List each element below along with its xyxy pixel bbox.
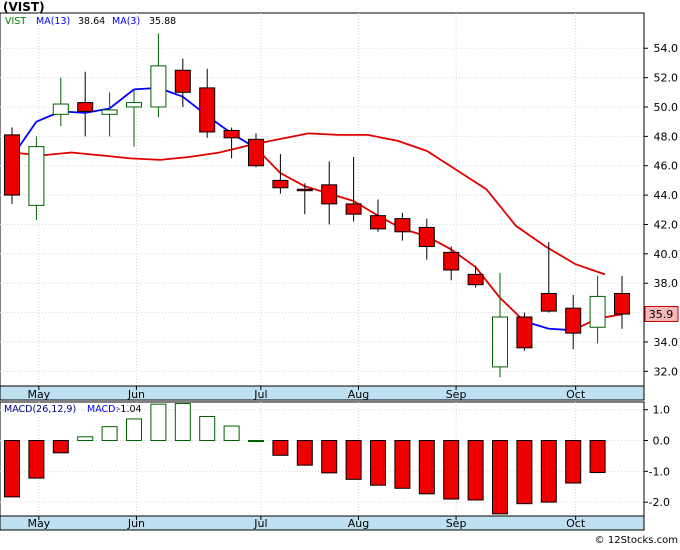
candle-body — [77, 102, 94, 112]
candle-body — [223, 129, 240, 139]
candle-body — [345, 203, 362, 215]
macd-bar — [540, 440, 557, 503]
candle-body — [492, 316, 508, 368]
candle-body — [28, 146, 45, 206]
candle-body — [174, 69, 191, 93]
macd-y-tick-label: -1.0 — [649, 465, 670, 478]
macd-legend: MACD(26,12,9) MACD: -1.04 — [4, 404, 142, 415]
macd-bar — [589, 440, 606, 474]
price-y-tick-label: 38.0 — [654, 277, 679, 290]
candle-body — [199, 87, 216, 133]
copyright-watermark: © 12Stocks.com — [595, 535, 678, 546]
candle-body — [248, 138, 264, 167]
candle — [516, 312, 533, 351]
price-x-tick-label: Aug — [348, 388, 369, 401]
macd-bar — [394, 440, 411, 489]
macd-date-band — [0, 515, 645, 531]
macd-legend-label: MACD: — [87, 404, 119, 415]
macd-bar — [126, 418, 142, 442]
price-y-tick-label: 54.0 — [654, 42, 679, 55]
macd-legend-title: MACD(26,12,9) — [4, 404, 76, 415]
macd-bar — [443, 440, 460, 500]
candle-body — [394, 218, 411, 233]
macd-bar — [272, 440, 289, 456]
chart-root: 32.034.036.038.040.042.044.046.048.050.0… — [0, 0, 680, 546]
macd-bar — [199, 415, 216, 442]
price-panel: 32.034.036.038.040.042.044.046.048.050.0… — [0, 0, 679, 401]
macd-bar — [150, 403, 167, 442]
candle-body — [565, 307, 582, 334]
candle-body — [589, 295, 606, 328]
candle-body — [272, 179, 289, 189]
macd-bar — [101, 426, 118, 442]
price-x-tick-label: Sep — [446, 388, 467, 401]
candle — [4, 127, 20, 204]
candle-body — [4, 134, 20, 196]
macd-bar — [296, 440, 313, 466]
macd-bar — [28, 440, 45, 479]
macd-bar — [370, 440, 386, 486]
price-x-tick-label: May — [27, 388, 50, 401]
price-y-tick-label: 52.0 — [654, 72, 679, 85]
price-y-tick-label: 32.0 — [654, 365, 679, 378]
price-y-tick-label: 44.0 — [654, 189, 679, 202]
macd-x-tick-label: May — [27, 517, 50, 530]
macd-y-tick-label: 1.0 — [653, 404, 671, 417]
candle-body — [126, 102, 142, 108]
candle-body — [370, 215, 386, 230]
macd-bar — [4, 440, 20, 498]
macd-x-tick-label: Aug — [348, 517, 369, 530]
macd-x-tick-label: Jul — [253, 517, 267, 530]
macd-y-tick-label: -2.0 — [649, 496, 670, 509]
price-x-tick-label: Jul — [253, 388, 267, 401]
macd-bar — [516, 440, 533, 505]
last-price-marker: 35.9 — [644, 306, 679, 322]
macd-bar — [77, 436, 94, 442]
macd-bar — [565, 440, 582, 484]
candle-body — [296, 188, 313, 192]
candle-body — [52, 103, 69, 115]
price-y-tick-label: 42.0 — [654, 218, 679, 231]
candle-body — [101, 109, 118, 115]
price-y-tick-label: 50.0 — [654, 101, 679, 114]
price-x-tick-label: Jun — [127, 388, 145, 401]
macd-bar — [52, 440, 69, 454]
candle-body — [150, 65, 167, 108]
macd-x-tick-label: Jun — [127, 517, 145, 530]
candle-body — [516, 316, 533, 349]
legend-symbol: VIST — [5, 16, 26, 27]
macd-bar — [467, 440, 484, 501]
candle-body — [321, 184, 338, 205]
candle-body — [443, 251, 460, 271]
chart-title: (VIST) — [3, 0, 45, 14]
macd-y-tick-label: 0.0 — [653, 435, 671, 448]
price-y-tick-label: 48.0 — [654, 130, 679, 143]
macd-bar — [345, 440, 362, 480]
price-x-tick-label: Oct — [566, 388, 586, 401]
macd-bar — [223, 425, 240, 442]
candle-body — [467, 273, 484, 286]
macd-bar — [321, 440, 338, 474]
stock-chart: 32.034.036.038.040.042.044.046.048.050.0… — [0, 0, 680, 546]
legend-ma3-label: MA(3) — [112, 16, 140, 27]
legend-ma13-label: MA(13) — [36, 16, 70, 27]
legend-ma13-value: 38.64 — [78, 16, 105, 27]
legend-ma3-value: 35.88 — [149, 16, 176, 27]
macd-x-tick-label: Sep — [446, 517, 467, 530]
price-y-tick-label: 40.0 — [654, 248, 679, 261]
macd-x-tick-label: Oct — [566, 517, 586, 530]
candle-body — [540, 292, 557, 312]
macd-bar — [174, 403, 191, 442]
macd-panel: 1.0 0.0 -1.0 -2.0 May Jun Jul Aug Sep Oct MACD(2… — [0, 401, 671, 531]
macd-bar — [418, 440, 435, 495]
price-date-band — [0, 385, 645, 401]
candle-body — [614, 292, 630, 315]
price-y-tick-label: 46.0 — [654, 160, 679, 173]
macd-legend-value: -1.04 — [117, 404, 142, 415]
price-y-tick-label: 34.0 — [654, 336, 679, 349]
candle-body — [418, 226, 435, 247]
macd-bar — [492, 440, 508, 515]
last-price-label: 35.9 — [649, 308, 674, 321]
macd-bar — [248, 440, 264, 443]
